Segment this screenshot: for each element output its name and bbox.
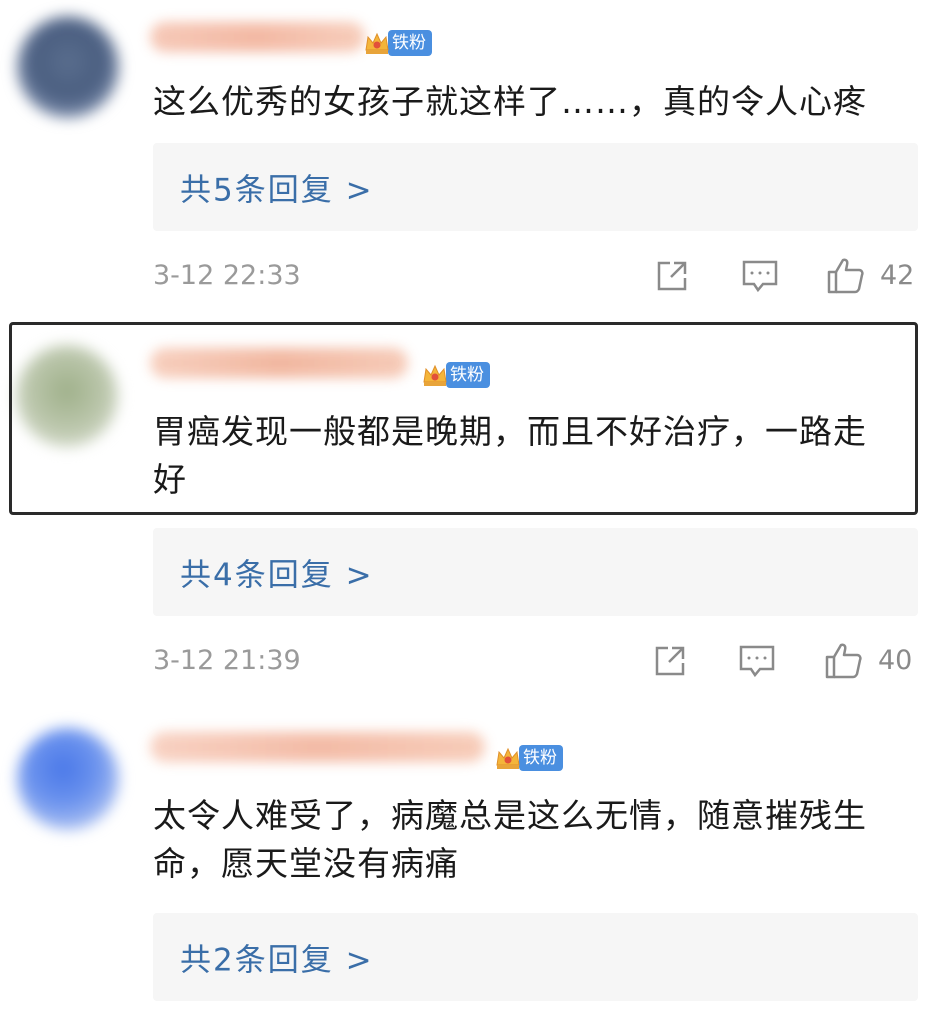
fan-badge: 铁粉 [362,28,432,58]
comment-icon[interactable] [737,641,777,681]
username-blurred[interactable] [150,22,365,52]
like-count: 42 [880,260,915,291]
share-icon[interactable] [652,256,692,296]
highlight-frame [9,322,918,515]
replies-label: 共5条回复 > [180,172,374,209]
share-icon[interactable] [650,641,690,681]
fan-badge: 铁粉 [493,743,563,773]
replies-label: 共4条回复 > [180,557,374,594]
replies-label: 共2条回复 > [180,942,374,979]
replies-link[interactable]: 共2条回复 > [153,913,918,1001]
comment-actions: 3-12 22:33 42 [0,256,933,296]
like-icon[interactable] [826,256,866,296]
comment-icon[interactable] [740,256,780,296]
comment-text: 这么优秀的女孩子就这样了……，真的令人心疼 [153,82,867,121]
avatar[interactable] [17,728,119,830]
crown-icon [493,743,523,773]
username-blurred[interactable] [150,732,485,762]
fan-badge-label: 铁粉 [388,30,432,56]
timestamp: 3-12 22:33 [153,260,301,291]
like-count: 40 [878,645,913,676]
comment-text: 太令人难受了，病魔总是这么无情，随意摧残生命，愿天堂没有病痛 [153,796,867,883]
timestamp: 3-12 21:39 [153,645,301,676]
comment-actions: 3-12 21:39 40 [0,641,933,681]
replies-link[interactable]: 共4条回复 > [153,528,918,616]
like-icon[interactable] [824,641,864,681]
crown-icon [362,28,392,58]
replies-link[interactable]: 共5条回复 > [153,143,918,231]
avatar[interactable] [17,16,119,118]
fan-badge-label: 铁粉 [519,745,563,771]
